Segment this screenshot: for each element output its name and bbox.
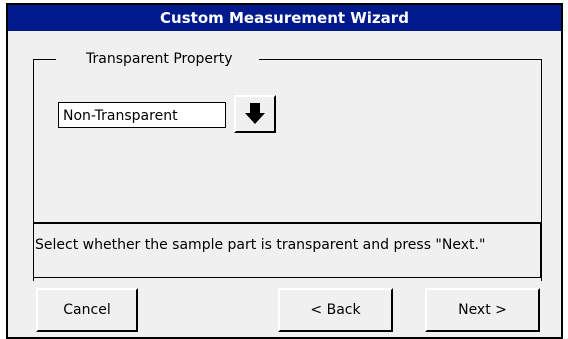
wizard-window: Custom Measurement Wizard Transparent Pr… (6, 3, 563, 339)
arrow-down-icon (245, 103, 265, 124)
title-bar: Custom Measurement Wizard (8, 5, 561, 31)
instruction-text: Select whether the sample part is transp… (35, 237, 486, 253)
next-button[interactable]: Next > (425, 288, 540, 332)
back-button[interactable]: < Back (278, 288, 393, 332)
transparency-select[interactable]: Non-Transparent (58, 102, 226, 128)
dropdown-button[interactable] (234, 95, 276, 133)
group-label: Transparent Property (56, 51, 259, 67)
cancel-button[interactable]: Cancel (36, 288, 138, 332)
